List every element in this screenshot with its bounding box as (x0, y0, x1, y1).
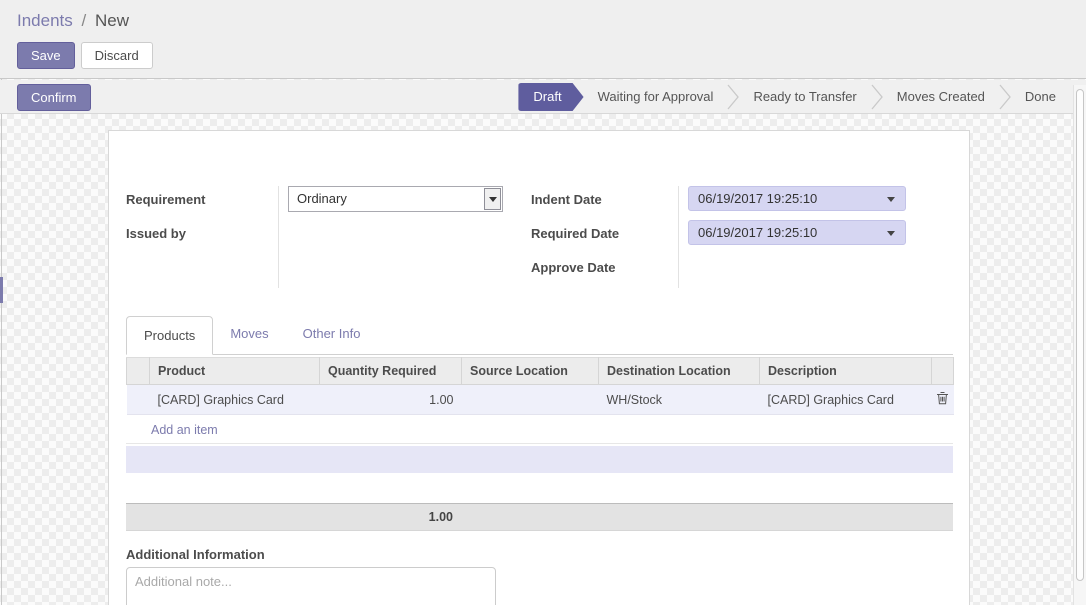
breadcrumb: Indents / New (17, 11, 129, 31)
status-step-ready-to-transfer[interactable]: Ready to Transfer (739, 83, 870, 111)
statusbar: Confirm Draft Waiting for Approval Ready… (0, 80, 1086, 114)
row-handle-cell (127, 385, 150, 415)
status-step-moves-created[interactable]: Moves Created (883, 83, 999, 111)
table-row[interactable]: [CARD] Graphics Card 1.00 WH/Stock [CARD… (127, 385, 954, 415)
required-date-label: Required Date (531, 220, 678, 254)
cell-product[interactable]: [CARD] Graphics Card (150, 385, 320, 415)
add-an-item-link[interactable]: Add an item (151, 423, 218, 437)
empty-highlight-row[interactable] (126, 446, 953, 473)
tab-other-info[interactable]: Other Info (286, 315, 378, 354)
status-step-done[interactable]: Done (1011, 83, 1070, 111)
table-header-row: Product Quantity Required Source Locatio… (127, 358, 954, 385)
action-buttons: Save Discard (17, 42, 153, 69)
caret-down-icon (887, 197, 895, 202)
additional-note-textarea[interactable] (126, 567, 496, 605)
form-sheet: Requirement Issued by Ordinary Indent Da… (108, 130, 970, 605)
column-header-description: Description (760, 358, 932, 385)
tab-moves[interactable]: Moves (213, 315, 285, 354)
chevron-right-icon (727, 83, 739, 111)
required-date-field[interactable]: 06/19/2017 19:25:10 (688, 220, 906, 245)
tab-products[interactable]: Products (126, 316, 213, 355)
additional-information-label: Additional Information (126, 547, 969, 562)
chevron-right-icon (999, 83, 1011, 111)
delete-column-header (932, 358, 954, 385)
breadcrumb-indents-link[interactable]: Indents (17, 11, 73, 30)
field-group-left: Requirement Issued by Ordinary (126, 186, 531, 288)
approve-date-field[interactable] (688, 254, 906, 288)
add-item-row: Add an item (126, 415, 953, 444)
confirm-button[interactable]: Confirm (17, 84, 91, 111)
left-purple-strip (0, 277, 3, 303)
delete-row-button[interactable] (936, 391, 949, 408)
cell-description[interactable]: [CARD] Graphics Card (760, 385, 932, 415)
status-step-waiting-for-approval[interactable]: Waiting for Approval (584, 83, 728, 111)
chevron-right-icon (871, 83, 883, 111)
requirement-label: Requirement (126, 186, 278, 220)
products-table: Product Quantity Required Source Locatio… (126, 357, 954, 415)
status-step-draft[interactable]: Draft (518, 83, 583, 111)
issued-by-label: Issued by (126, 220, 278, 254)
field-area: Requirement Issued by Ordinary Indent Da… (126, 186, 969, 288)
indent-date-field[interactable]: 06/19/2017 19:25:10 (688, 186, 906, 211)
issued-by-field[interactable] (288, 220, 503, 254)
requirement-select-value: Ordinary (297, 191, 347, 206)
scrollbar-thumb[interactable] (1076, 89, 1084, 581)
cell-source-location[interactable] (462, 385, 599, 415)
indent-date-label: Indent Date (531, 186, 678, 220)
status-steps: Draft Waiting for Approval Ready to Tran… (518, 83, 1070, 111)
save-button[interactable]: Save (17, 42, 75, 69)
requirement-select[interactable]: Ordinary (288, 186, 503, 212)
caret-down-icon (489, 197, 497, 202)
required-date-value: 06/19/2017 19:25:10 (698, 225, 817, 240)
indent-date-value: 06/19/2017 19:25:10 (698, 191, 817, 206)
notebook-tabs: Products Moves Other Info (126, 316, 953, 355)
top-header: Indents / New Save Discard (0, 0, 1086, 79)
cell-quantity-required[interactable]: 1.00 (320, 385, 462, 415)
trash-icon (936, 391, 949, 405)
column-header-product: Product (150, 358, 320, 385)
field-group-right: Indent Date Required Date Approve Date 0… (531, 186, 931, 288)
row-handle-header (127, 358, 150, 385)
cell-destination-location[interactable]: WH/Stock (599, 385, 760, 415)
breadcrumb-separator: / (82, 11, 87, 30)
total-row: 1.00 (126, 503, 953, 531)
discard-button[interactable]: Discard (81, 42, 153, 69)
column-header-quantity-required: Quantity Required (320, 358, 462, 385)
quantity-total: 1.00 (126, 504, 461, 531)
approve-date-label: Approve Date (531, 254, 678, 288)
select-dropdown-button (484, 188, 501, 210)
column-header-source-location: Source Location (462, 358, 599, 385)
breadcrumb-current: New (95, 11, 129, 30)
column-header-destination-location: Destination Location (599, 358, 760, 385)
caret-down-icon (887, 231, 895, 236)
vertical-scrollbar[interactable] (1073, 85, 1086, 605)
